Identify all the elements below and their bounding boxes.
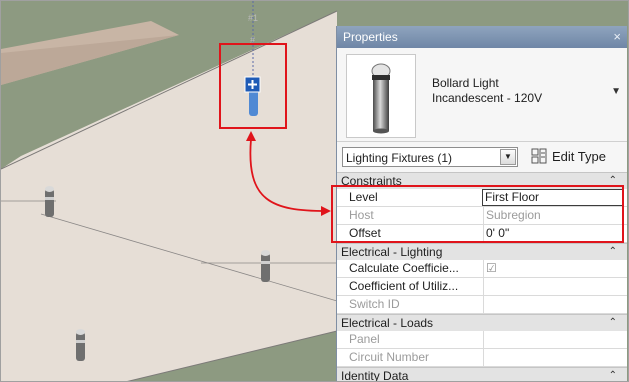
property-row-circuit-number: Circuit Number — [337, 349, 627, 367]
group-header-electrical-loads[interactable]: Electrical - Loads ⌃ — [337, 314, 627, 331]
property-row-switch-id: Switch ID — [337, 296, 627, 314]
collapse-icon[interactable]: ⌃ — [609, 244, 617, 260]
coefficient-of-utilization-field[interactable] — [483, 278, 627, 295]
property-label: Switch ID — [349, 297, 400, 311]
close-icon[interactable]: × — [613, 26, 621, 48]
group-label: Electrical - Loads — [341, 316, 434, 330]
property-label: Coefficient of Utiliz... — [349, 279, 459, 293]
bollard-light[interactable] — [261, 250, 270, 282]
properties-title: Properties — [343, 30, 398, 44]
property-label: Circuit Number — [349, 350, 430, 364]
bollard-light[interactable] — [76, 329, 85, 361]
group-label: Electrical - Lighting — [341, 245, 443, 259]
instance-filter-dropdown[interactable]: Lighting Fixtures (1) ▼ — [342, 147, 518, 167]
calculate-coefficient-checkbox[interactable]: ☑ — [483, 260, 627, 277]
bollard-preview-icon — [371, 63, 391, 134]
properties-highlight — [331, 185, 624, 243]
group-header-identity-data[interactable]: Identity Data ⌃ — [337, 367, 627, 382]
property-row-coefficient-of-utilization[interactable]: Coefficient of Utiliz... — [337, 278, 627, 296]
panel-value — [483, 331, 627, 348]
dropdown-arrow-icon[interactable]: ▼ — [500, 149, 516, 165]
type-variant-name: Incandescent - 120V — [432, 91, 543, 105]
property-label: Panel — [349, 332, 380, 346]
bollard-light[interactable] — [45, 186, 54, 217]
edit-type-label: Edit Type — [552, 149, 606, 164]
property-label: Calculate Coefficie... — [349, 261, 459, 275]
edit-type-icon — [531, 148, 547, 164]
properties-title-bar[interactable]: Properties × — [337, 26, 627, 48]
selection-highlight — [219, 43, 287, 129]
type-name: Bollard Light Incandescent - 120V — [432, 76, 542, 106]
instance-filter-value: Lighting Fixtures (1) — [346, 151, 453, 165]
level-marker-label: #1 — [248, 13, 259, 23]
collapse-icon[interactable]: ⌃ — [609, 368, 617, 381]
circuit-number-value — [483, 349, 627, 366]
property-row-panel: Panel — [337, 331, 627, 349]
type-family-name: Bollard Light — [432, 76, 499, 90]
revit-window: #1 # Properties × Bollard Light Incandes… — [0, 0, 629, 382]
chevron-down-icon[interactable]: ▼ — [611, 86, 621, 97]
property-row-calculate-coefficient[interactable]: Calculate Coefficie... ☑ — [337, 260, 627, 278]
group-header-electrical-lighting[interactable]: Electrical - Lighting ⌃ — [337, 243, 627, 260]
instance-filter-row: Lighting Fixtures (1) ▼ Edit Type — [337, 142, 627, 172]
collapse-icon[interactable]: ⌃ — [609, 315, 617, 331]
edit-type-button[interactable]: Edit Type — [531, 146, 606, 168]
type-selector[interactable]: Bollard Light Incandescent - 120V ▼ — [337, 48, 627, 142]
switch-id-value — [483, 296, 627, 313]
type-preview-thumbnail — [346, 54, 416, 138]
group-label: Identity Data — [341, 369, 409, 382]
